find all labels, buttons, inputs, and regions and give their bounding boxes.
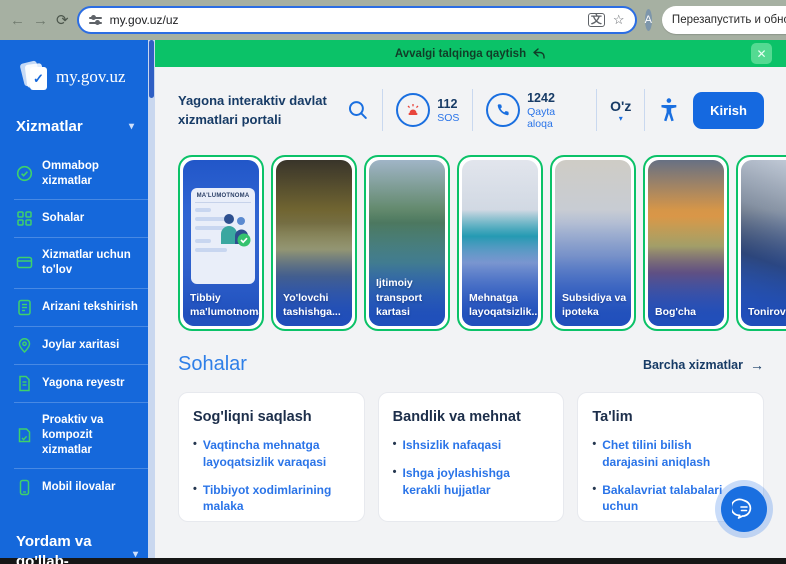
accessibility-icon[interactable] <box>658 97 680 123</box>
sidebar-item-sohalar[interactable]: Sohalar <box>14 200 148 238</box>
sidebar-heading-yordam[interactable]: Yordam va qo'llab- quvvatlash ▾ <box>16 532 134 564</box>
close-icon[interactable]: ✕ <box>751 43 772 64</box>
logo[interactable]: ✓ my.gov.uz <box>22 62 148 92</box>
category-title: Bandlik va mehnat <box>393 409 550 425</box>
service-card-title: Subsidiya va ipoteka <box>562 291 627 319</box>
service-card-title: Bog'cha <box>655 305 720 319</box>
service-card-title: Tonirovka... <box>748 305 786 319</box>
sidebar-item-mobil-ilovalar[interactable]: Mobil ilovalar <box>14 469 148 506</box>
chevron-down-icon: ▾ <box>610 114 631 123</box>
forward-icon[interactable]: → <box>33 12 48 29</box>
browser-toolbar: ← → ⟳ my.gov.uz/uz 文 ☆ A Перезапустить и… <box>0 0 786 40</box>
service-card-mehnatga[interactable]: Mehnatga layoqatsizlik... <box>457 155 543 331</box>
services-carousel: MA'LUMOTNOMA Tibbiy ma'lumotnoma Yo'lovc… <box>178 155 786 331</box>
sidebar-item-proaktiv-xizmatlar[interactable]: Proaktiv va kompozit xizmatlar <box>14 403 148 469</box>
siren-icon <box>396 93 430 127</box>
chevron-down-icon: ▾ <box>129 121 134 132</box>
sidebar-item-joylar-xaritasi[interactable]: Joylar xaritasi <box>14 327 148 365</box>
service-card-transport[interactable]: Ijtimoiy transport kartasi <box>364 155 450 331</box>
restart-update-button[interactable]: Перезапустить и обновить ⋮ <box>662 6 786 34</box>
divider <box>596 89 597 131</box>
logo-cards-icon: ✓ <box>22 62 48 92</box>
file-check-icon <box>16 427 33 444</box>
callback-number: 1242 <box>527 91 583 105</box>
divider <box>472 89 473 131</box>
category-title: Sog'liqni saqlash <box>193 409 350 425</box>
section-title-sohalar: Sohalar <box>178 353 247 376</box>
banner-link[interactable]: Avvalgi talqinga qaytish <box>395 48 526 60</box>
profile-avatar[interactable]: A <box>645 9 652 31</box>
smartphone-icon <box>16 479 33 496</box>
registry-file-icon <box>16 375 33 392</box>
search-icon[interactable] <box>347 99 369 121</box>
phone-icon <box>486 93 520 127</box>
login-button[interactable]: Kirish <box>693 92 764 129</box>
url-text[interactable]: my.gov.uz/uz <box>110 13 580 27</box>
service-card-bogcha[interactable]: Bog'cha <box>643 155 729 331</box>
service-card-subsidiya[interactable]: Subsidiya va ipoteka <box>550 155 636 331</box>
sos-number: 112 <box>437 97 459 111</box>
payment-card-icon <box>16 254 33 271</box>
malumotnoma-illustration: MA'LUMOTNOMA <box>191 188 255 284</box>
reply-arrow-icon <box>532 48 546 60</box>
service-card-tonirovka[interactable]: Tonirovka... <box>736 155 786 331</box>
sidebar-menu: Ommabop xizmatlar Sohalar Xizmatlar uchu… <box>14 149 148 506</box>
language-selector[interactable]: O'z ▾ <box>610 98 631 123</box>
service-card-tibbiy[interactable]: MA'LUMOTNOMA Tibbiy ma'lumotnoma <box>178 155 264 331</box>
service-card-title: Tibbiy ma'lumotnoma <box>190 291 255 319</box>
sidebar: ✓ my.gov.uz Xizmatlar ▾ Ommabop xizmatla… <box>0 40 148 558</box>
chat-button[interactable] <box>715 480 773 538</box>
all-services-link[interactable]: Barcha xizmatlar → <box>643 357 764 373</box>
site-settings-icon[interactable] <box>89 17 102 24</box>
category-link[interactable]: •Ishga joylashishga kerakli hujjatlar <box>393 465 550 499</box>
callback-label: Qayta aloqa <box>527 106 583 130</box>
back-icon[interactable]: ← <box>10 12 25 29</box>
service-card-title: Ijtimoiy transport kartasi <box>376 276 441 319</box>
map-pin-icon <box>16 337 33 354</box>
callback-contact[interactable]: 1242 Qayta aloqa <box>486 91 583 130</box>
document-list-icon <box>16 299 33 316</box>
arrow-right-icon: → <box>750 357 764 373</box>
translate-icon[interactable]: 文 <box>588 13 605 27</box>
sohalar-cards: Sog'liqni saqlash •Vaqtincha mehnatga la… <box>178 392 764 522</box>
sidebar-scrollbar[interactable] <box>148 40 155 558</box>
grid-icon <box>16 210 33 227</box>
doctors-illustration <box>218 210 252 250</box>
address-bar[interactable]: my.gov.uz/uz 文 ☆ <box>77 6 637 34</box>
service-card-yolovchi[interactable]: Yo'lovchi tashishga... <box>271 155 357 331</box>
restart-update-label: Перезапустить и обновить <box>672 14 786 26</box>
category-card-bandlik: Bandlik va mehnat •Ishsizlik nafaqasi •I… <box>378 392 565 522</box>
sidebar-item-ommabop-xizmatlar[interactable]: Ommabop xizmatlar <box>14 149 148 200</box>
category-link[interactable]: •Tibbiyot xodimlarining malaka <box>193 482 350 516</box>
chevron-down-icon: ▾ <box>133 548 138 562</box>
category-link[interactable]: •Ishsizlik nafaqasi <box>393 437 550 454</box>
sos-contact[interactable]: 112 SOS <box>396 93 459 127</box>
sidebar-item-yagona-reyestr[interactable]: Yagona reyestr <box>14 365 148 403</box>
sidebar-heading-xizmatlar[interactable]: Xizmatlar ▾ <box>16 118 148 135</box>
divider <box>644 89 645 131</box>
divider <box>382 89 383 131</box>
category-title: Ta'lim <box>592 409 749 425</box>
language-code: O'z <box>610 98 631 114</box>
portal-header: Yagona interaktiv davlat xizmatlari port… <box>155 67 786 131</box>
logo-text: my.gov.uz <box>56 67 126 87</box>
sos-label: SOS <box>437 112 459 124</box>
category-card-sogliqni-saqlash: Sog'liqni saqlash •Vaqtincha mehnatga la… <box>178 392 365 522</box>
category-link[interactable]: •Vaqtincha mehnatga layoqatsizlik varaqa… <box>193 437 350 471</box>
sidebar-item-xizmatlar-tolov[interactable]: Xizmatlar uchun to'lov <box>14 238 148 289</box>
reload-icon[interactable]: ⟳ <box>56 11 69 29</box>
scrollbar-thumb[interactable] <box>149 40 154 98</box>
service-card-title: Mehnatga layoqatsizlik... <box>469 291 534 319</box>
service-card-title: Yo'lovchi tashishga... <box>283 291 348 319</box>
version-banner: Avvalgi talqinga qaytish ✕ <box>155 40 786 67</box>
chat-bubble-icon <box>721 486 767 532</box>
badge-check-icon <box>16 165 33 182</box>
main-content: Avvalgi talqinga qaytish ✕ Yagona intera… <box>155 40 786 558</box>
page-title: Yagona interaktiv davlat xizmatlari port… <box>178 91 347 130</box>
sidebar-item-arizani-tekshirish[interactable]: Arizani tekshirish <box>14 289 148 327</box>
category-link[interactable]: •Chet tilini bilish darajasini aniqlash <box>592 437 749 471</box>
bookmark-star-icon[interactable]: ☆ <box>613 12 625 28</box>
